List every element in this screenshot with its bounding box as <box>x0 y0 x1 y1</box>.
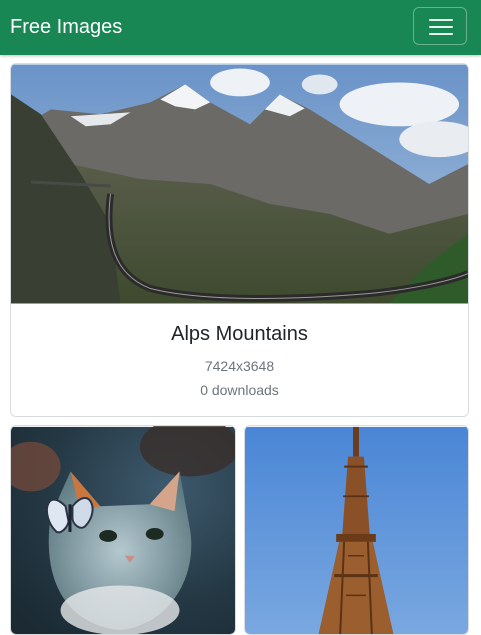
image-dimensions: 7424x3648 <box>204 358 275 374</box>
menu-icon <box>429 19 453 21</box>
brand-link[interactable]: Free Images <box>10 14 122 41</box>
image-card-cat[interactable] <box>10 425 236 635</box>
image-download-count: 0 downloads <box>200 382 279 398</box>
eiffel-tower-image[interactable] <box>245 426 468 635</box>
top-navbar: Free Images <box>0 0 481 55</box>
menu-icon-bar <box>429 33 453 35</box>
image-card-eiffel[interactable] <box>244 425 469 635</box>
menu-toggle-button[interactable] <box>413 7 467 45</box>
image-card-alps[interactable]: Alps Mountains 7424x3648 0 downloads <box>10 63 469 417</box>
image-title[interactable]: Alps Mountains <box>11 322 468 346</box>
menu-icon-bar <box>429 26 453 28</box>
alps-mountains-image[interactable] <box>11 64 468 304</box>
cat-butterfly-image[interactable] <box>11 426 235 635</box>
